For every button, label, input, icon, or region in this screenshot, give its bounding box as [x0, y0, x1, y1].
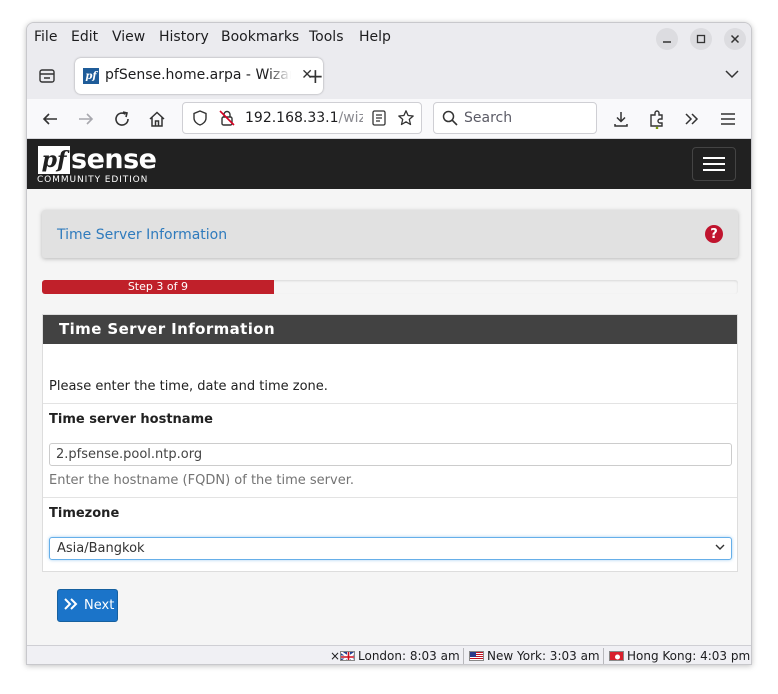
double-chevron-right-icon: [63, 597, 79, 615]
tab-title: pfSense.home.arpa - Wizard: [105, 67, 291, 83]
home-button[interactable]: [147, 109, 167, 129]
url-host: 192.168.33.1: [245, 110, 339, 126]
list-all-tabs-button[interactable]: [725, 67, 739, 83]
hostname-help-text: Enter the hostname (FQDN) of the time se…: [49, 473, 354, 488]
wizard-title-panel: Time Server Information ?: [42, 210, 738, 258]
download-icon: [614, 112, 628, 127]
menu-bookmarks[interactable]: Bookmarks: [221, 29, 299, 45]
overflow-menu-button[interactable]: [682, 109, 702, 129]
menu-file[interactable]: File: [34, 29, 57, 45]
minimize-button[interactable]: [656, 28, 678, 50]
bookmark-star-icon[interactable]: [397, 109, 415, 131]
arrow-right-icon: [79, 113, 94, 125]
tab-overview-icon: [39, 69, 55, 83]
page-content: pf sense COMMUNITY EDITION Time Server I…: [27, 139, 751, 645]
clock-london-label: London: 8:03 am: [358, 649, 460, 663]
uk-flag-icon: [340, 651, 355, 661]
browser-window: File Edit View History Bookmarks Tools H…: [26, 22, 752, 665]
pfsense-logo-wordmark: sense: [71, 144, 157, 175]
hamburger-bar-icon: [703, 163, 725, 165]
pfsense-navbar: pf sense COMMUNITY EDITION: [27, 139, 751, 189]
progress-fill: Step 3 of 9: [42, 280, 274, 294]
clock-hong-kong: Hong Kong: 4:03 pm: [609, 649, 750, 663]
tab-strip: pf pfSense.home.arpa - Wizard ✕ +: [27, 53, 751, 99]
form-panel-heading: Time Server Information: [43, 315, 737, 344]
menu-edit[interactable]: Edit: [71, 29, 98, 45]
downloads-button[interactable]: [611, 109, 631, 129]
hostname-label: Time server hostname: [49, 412, 213, 427]
back-button[interactable]: [40, 109, 60, 129]
puzzle-piece-icon: [650, 110, 663, 129]
next-button[interactable]: Next: [57, 589, 118, 622]
timezone-label: Timezone: [49, 506, 120, 521]
next-button-label: Next: [84, 598, 115, 613]
search-bar[interactable]: Search: [433, 102, 597, 134]
status-divider: [603, 648, 604, 664]
double-chevron-right-icon: [685, 113, 699, 125]
pfsense-logo-prefix: pf: [38, 146, 70, 174]
clock-hong-kong-label: Hong Kong: 4:03 pm: [627, 649, 751, 663]
timezone-select[interactable]: Asia/Bangkok: [49, 537, 732, 560]
menu-tools[interactable]: Tools: [309, 29, 344, 45]
search-icon: [442, 110, 458, 130]
page-title: Time Server Information: [57, 227, 228, 243]
navbar-toggle-button[interactable]: [692, 147, 736, 181]
forward-button[interactable]: [76, 109, 96, 129]
tab-overview-button[interactable]: [37, 66, 57, 86]
url-text: 192.168.33.1/wiz: [245, 110, 363, 126]
window-close-button[interactable]: [724, 28, 746, 50]
chevron-down-icon: [715, 541, 725, 556]
hamburger-menu-icon: [721, 113, 735, 125]
url-path: /wiz: [338, 110, 363, 126]
menu-history[interactable]: History: [159, 29, 209, 45]
reload-button[interactable]: [112, 109, 132, 129]
tracking-shield-icon[interactable]: [191, 109, 209, 131]
tab-pfsense-wizard[interactable]: pf pfSense.home.arpa - Wizard ✕: [75, 58, 323, 94]
maximize-button[interactable]: [690, 28, 712, 50]
clock-london: London: 8:03 am: [340, 649, 460, 663]
menu-help[interactable]: Help: [359, 29, 391, 45]
close-icon: [730, 34, 740, 44]
insecure-lock-icon[interactable]: [218, 109, 236, 131]
reload-icon: [115, 111, 129, 126]
url-bar[interactable]: 192.168.33.1/wiz: [182, 102, 422, 134]
home-icon: [149, 111, 165, 127]
us-flag-icon: [469, 651, 484, 661]
chevron-down-icon: [725, 70, 739, 79]
minimize-icon: [663, 41, 671, 43]
reader-view-icon[interactable]: [371, 109, 387, 131]
pfsense-favicon-icon: pf: [83, 68, 99, 84]
clock-new-york: New York: 3:03 am: [469, 649, 600, 663]
search-placeholder: Search: [464, 110, 513, 126]
form-title: Time Server Information: [59, 320, 276, 338]
navigation-toolbar: 192.168.33.1/wiz Search: [27, 99, 751, 139]
app-menu-button[interactable]: [718, 109, 738, 129]
maximize-icon: [696, 34, 706, 44]
menu-view[interactable]: View: [112, 29, 145, 45]
help-question-icon[interactable]: ?: [705, 225, 723, 243]
clock-close-icon[interactable]: ×: [330, 649, 340, 663]
wizard-progress-bar: Step 3 of 9: [42, 280, 738, 294]
menu-bar: File Edit View History Bookmarks Tools H…: [27, 23, 751, 53]
status-divider: [463, 648, 464, 664]
hong-kong-flag-icon: [609, 651, 624, 661]
form-intro-text: Please enter the time, date and time zon…: [49, 379, 328, 394]
hamburger-bar-icon: [703, 169, 725, 171]
divider: [43, 403, 737, 404]
hamburger-bar-icon: [703, 157, 725, 159]
arrow-left-icon: [42, 113, 57, 125]
time-server-form-panel: Time Server Information Please enter the…: [42, 314, 738, 572]
status-bar: × London: 8:03 am New York: 3:03 am Hong…: [27, 645, 751, 664]
extensions-button[interactable]: [647, 109, 667, 129]
pfsense-edition-label: COMMUNITY EDITION: [37, 175, 149, 185]
new-tab-button[interactable]: +: [307, 66, 324, 86]
timezone-selected-value: Asia/Bangkok: [57, 541, 145, 556]
hostname-input[interactable]: [49, 443, 732, 466]
divider: [43, 497, 737, 498]
clock-new-york-label: New York: 3:03 am: [487, 649, 600, 663]
